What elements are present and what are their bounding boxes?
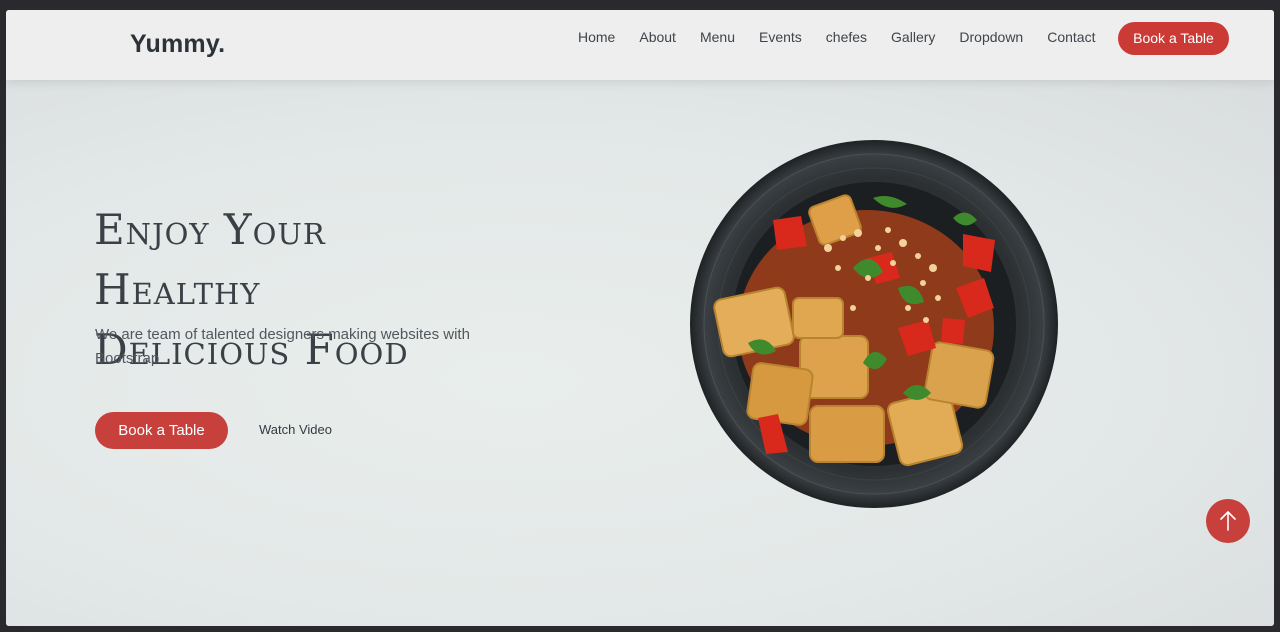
- hero-title-line1: Enjoy Your Healthy: [94, 205, 326, 314]
- site-header: Yummy. Home About Menu Events chefes Gal…: [6, 10, 1274, 80]
- nav-dropdown[interactable]: Dropdown: [947, 27, 1035, 47]
- main-nav: Home About Menu Events chefes Gallery Dr…: [566, 27, 1107, 47]
- book-table-hero-button[interactable]: Book a Table: [95, 412, 228, 449]
- site-logo[interactable]: Yummy.: [130, 30, 225, 59]
- nav-gallery[interactable]: Gallery: [879, 27, 947, 47]
- nav-about[interactable]: About: [627, 27, 688, 47]
- scroll-top-button[interactable]: [1206, 499, 1250, 543]
- nav-home[interactable]: Home: [566, 27, 627, 47]
- book-table-header-button[interactable]: Book a Table: [1118, 22, 1229, 55]
- nav-contact[interactable]: Contact: [1035, 27, 1107, 47]
- food-bowl-image: [690, 140, 1058, 508]
- nav-events[interactable]: Events: [747, 27, 814, 47]
- hero-section: Enjoy Your Healthy Delicious Food We are…: [6, 80, 1274, 626]
- nav-chefes[interactable]: chefes: [814, 27, 879, 47]
- browser-viewport: Yummy. Home About Menu Events chefes Gal…: [6, 10, 1274, 626]
- watch-video-link[interactable]: Watch Video: [259, 420, 332, 440]
- nav-menu[interactable]: Menu: [688, 27, 747, 47]
- arrow-up-icon: [1220, 511, 1236, 531]
- hero-subtitle: We are team of talented designers making…: [95, 326, 470, 367]
